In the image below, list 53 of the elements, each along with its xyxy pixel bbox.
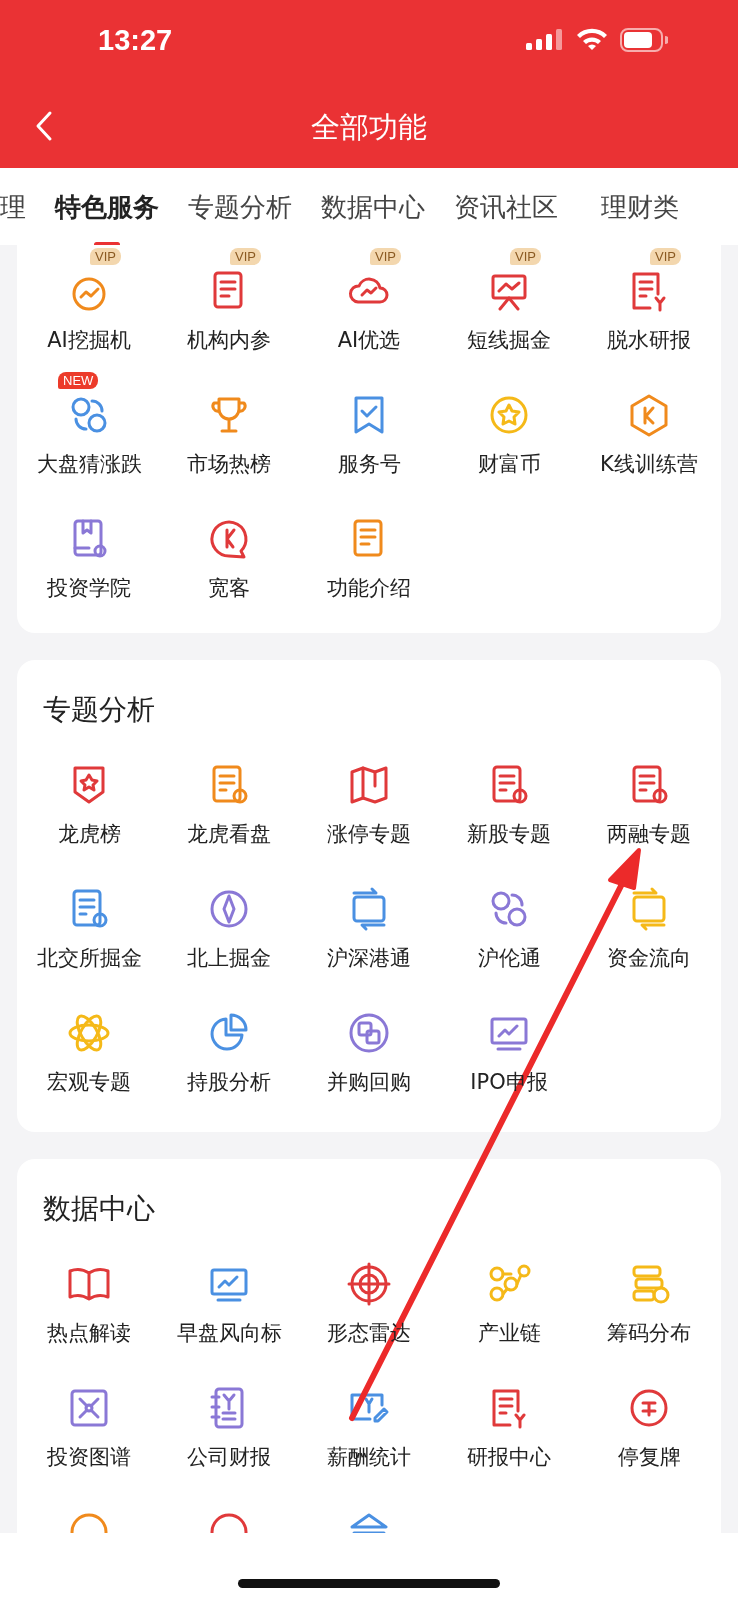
category-tab[interactable]: 资讯社区: [454, 188, 558, 225]
feature-badge: VIP: [370, 248, 401, 265]
page-title: 全部功能: [311, 109, 427, 146]
feature-label[interactable]: 市场热榜: [187, 450, 271, 478]
feature-label[interactable]: 薪酬统计: [327, 1443, 411, 1471]
feature-label[interactable]: 财富币: [477, 450, 541, 478]
feature-badge: NEW: [58, 372, 99, 389]
feature-label[interactable]: AI优选: [337, 326, 401, 354]
feature-label[interactable]: 大盘猜涨跌: [36, 450, 142, 478]
feature-label[interactable]: 公司财报: [187, 1443, 271, 1471]
feature-label[interactable]: 沪深港通: [327, 944, 411, 972]
feature-label[interactable]: 停复牌: [617, 1443, 681, 1471]
feature-badge: VIP: [510, 248, 541, 265]
feature-label[interactable]: 龙虎看盘: [187, 820, 271, 848]
feature-label[interactable]: K线训练营: [600, 450, 698, 478]
feature-label[interactable]: 机构内参: [187, 326, 271, 354]
feature-label[interactable]: 功能介绍: [327, 574, 411, 602]
section-title: 专题分析: [42, 692, 156, 728]
category-tab[interactable]: 数据中心: [321, 188, 425, 225]
signal-icon: [526, 29, 564, 51]
feature-label[interactable]: 资金流向: [607, 944, 691, 972]
feature-label[interactable]: 宽客: [208, 574, 250, 602]
feature-label[interactable]: 投资图谱: [47, 1443, 131, 1471]
feature-label[interactable]: 脱水研报: [607, 326, 691, 354]
feature-label[interactable]: 服务号: [337, 450, 401, 478]
feature-label[interactable]: 投资学院: [47, 574, 131, 602]
feature-label[interactable]: 持股分析: [187, 1068, 271, 1096]
feature-label[interactable]: 研报中心: [467, 1443, 551, 1471]
feature-label[interactable]: 早盘风向标: [176, 1319, 282, 1347]
feature-label[interactable]: 筹码分布: [607, 1319, 691, 1347]
status-time: 13:27: [98, 23, 173, 57]
feature-badge: VIP: [230, 248, 261, 265]
category-tab[interactable]: 理财类: [601, 188, 679, 225]
feature-label[interactable]: AI挖掘机: [47, 326, 131, 354]
feature-label[interactable]: 涨停专题: [327, 820, 411, 848]
feature-label[interactable]: 短线掘金: [467, 326, 551, 354]
feature-label[interactable]: 龙虎榜: [57, 820, 121, 848]
battery-icon: [620, 28, 668, 52]
category-tab[interactable]: 理: [0, 188, 26, 225]
feature-label[interactable]: 两融专题: [607, 820, 691, 848]
feature-label[interactable]: 北交所掘金: [36, 944, 142, 972]
feature-label[interactable]: 北上掘金: [187, 944, 271, 972]
feature-label[interactable]: 宏观专题: [47, 1068, 131, 1096]
section-title: 数据中心: [42, 1191, 156, 1227]
feature-badge: VIP: [650, 248, 681, 265]
category-tab[interactable]: 专题分析: [188, 188, 292, 225]
feature-label[interactable]: 新股专题: [467, 820, 551, 848]
feature-label[interactable]: 沪伦通: [477, 944, 541, 972]
wifi-icon: [576, 28, 608, 52]
feature-label[interactable]: 产业链: [477, 1319, 541, 1347]
feature-label[interactable]: 并购回购: [327, 1068, 411, 1096]
feature-badge: VIP: [90, 248, 121, 265]
feature-label[interactable]: 热点解读: [47, 1319, 131, 1347]
